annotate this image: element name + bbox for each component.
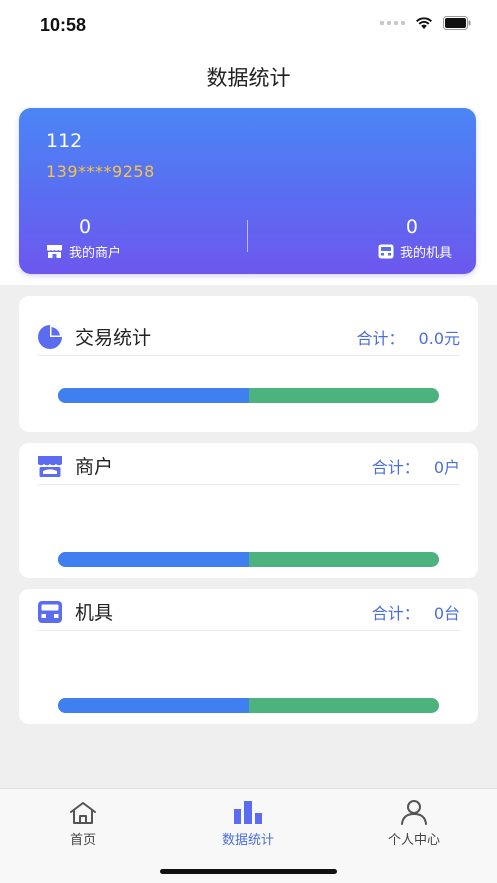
machine-progress-fill	[58, 698, 249, 713]
card-divider	[247, 220, 248, 252]
home-icon	[18, 797, 148, 825]
merchant-progress-bar	[58, 552, 439, 567]
transaction-stats-title: 交易统计	[75, 327, 152, 349]
signal-icon	[380, 21, 405, 25]
my-merchants-stat[interactable]: 0 我的商户	[46, 216, 186, 261]
my-merchants-label: 我的商户	[69, 246, 122, 261]
tab-stats[interactable]: 数据统计	[183, 797, 313, 848]
machine-stats-title: 机具	[75, 602, 114, 624]
tab-profile-label: 个人中心	[387, 833, 440, 848]
my-merchants-count: 0	[79, 216, 92, 238]
store-icon	[37, 453, 63, 479]
transaction-stats-panel[interactable]: 交易统计 合计： 0.0元	[19, 296, 478, 432]
my-machines-stat[interactable]: 0 我的机具	[312, 216, 452, 261]
merchant-progress-fill	[58, 552, 249, 567]
transaction-total-value: 0.0元	[418, 328, 460, 348]
machine-stats-header: 机具 合计： 0台	[37, 593, 460, 631]
bar-chart-icon	[183, 797, 313, 825]
my-machines-label: 我的机具	[399, 246, 452, 261]
transaction-total: 合计： 0.0元	[357, 325, 460, 349]
battery-icon	[443, 16, 471, 30]
wifi-icon	[416, 17, 432, 29]
machine-progress-bar	[58, 698, 439, 713]
tab-profile[interactable]: 个人中心	[349, 797, 479, 848]
tab-home[interactable]: 首页	[18, 797, 148, 848]
status-icons	[380, 16, 471, 30]
status-bar: 10:58	[0, 0, 497, 52]
store-icon	[47, 245, 62, 258]
machine-total-value: 0台	[433, 603, 460, 623]
machine-total: 合计： 0台	[372, 600, 460, 624]
transaction-progress-fill	[58, 388, 249, 403]
machine-stats-panel[interactable]: 机具 合计： 0台	[19, 589, 478, 724]
merchant-total: 合计： 0户	[372, 454, 460, 478]
tab-home-label: 首页	[69, 833, 96, 848]
tab-stats-label: 数据统计	[221, 833, 274, 848]
merchant-total-label: 合计：	[371, 457, 420, 477]
merchant-total-value: 0户	[433, 457, 460, 477]
pie-chart-icon	[37, 324, 63, 350]
pos-terminal-icon	[378, 244, 394, 259]
page-title: 数据统计	[206, 66, 291, 90]
merchant-stats-panel[interactable]: 商户 合计： 0户	[19, 443, 478, 578]
status-time: 10:58	[40, 15, 87, 35]
machine-total-label: 合计：	[371, 603, 420, 623]
transaction-total-label: 合计：	[356, 328, 405, 348]
home-indicator	[160, 869, 337, 874]
account-name: 112	[46, 130, 83, 152]
transaction-stats-header: 交易统计 合计： 0.0元	[37, 318, 460, 356]
pos-terminal-icon	[37, 599, 63, 625]
merchant-stats-header: 商户 合计： 0户	[37, 447, 460, 485]
my-machines-count: 0	[405, 216, 418, 238]
transaction-progress-bar	[58, 388, 439, 403]
merchant-stats-title: 商户	[75, 456, 114, 478]
person-icon	[349, 797, 479, 825]
summary-card: 112 139****9258 0 我的商户 0 我的机具	[19, 108, 476, 274]
account-phone: 139****9258	[46, 162, 155, 181]
my-merchants-label-row: 我的商户	[46, 242, 186, 261]
my-machines-label-row: 我的机具	[312, 242, 452, 261]
